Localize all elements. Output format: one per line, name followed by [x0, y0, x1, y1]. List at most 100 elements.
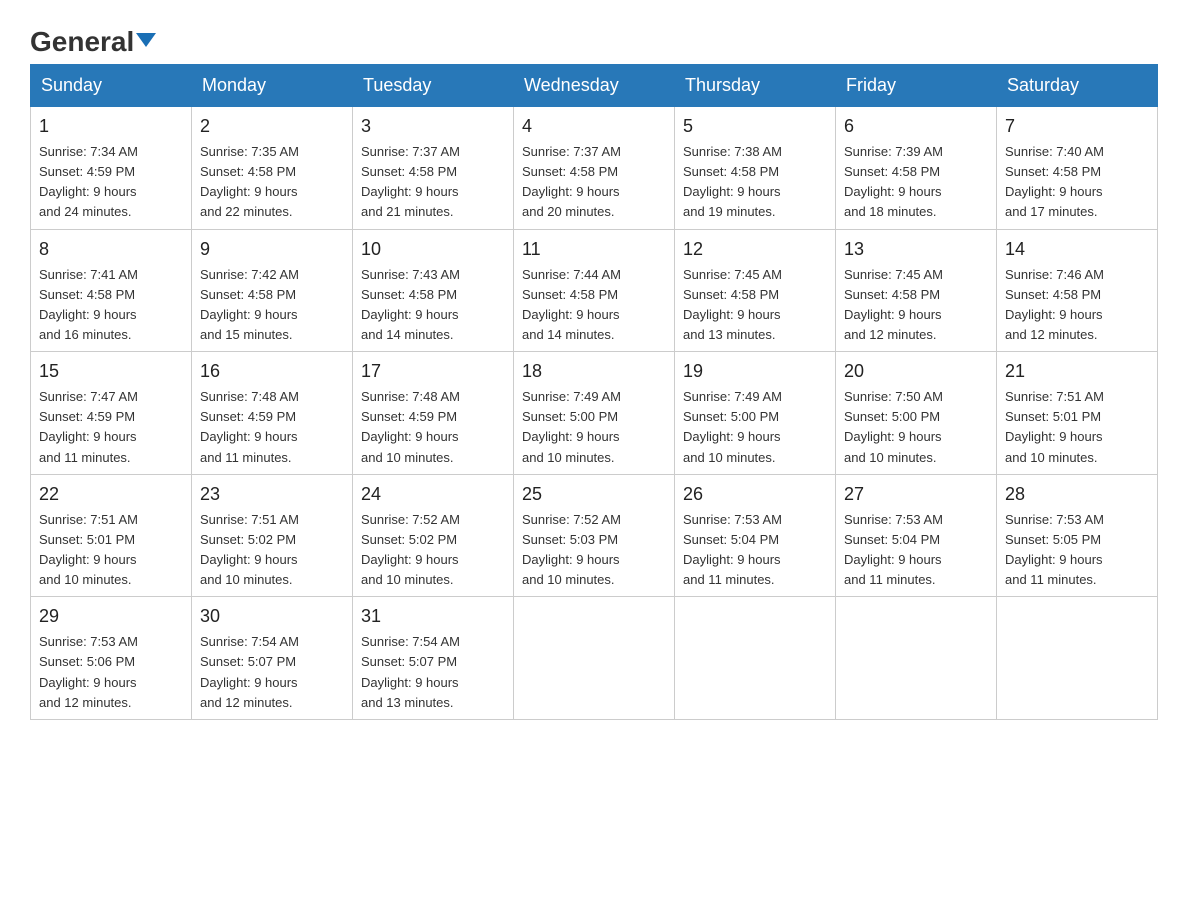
- day-number: 29: [39, 603, 183, 630]
- calendar-cell: [675, 597, 836, 720]
- day-info: Sunrise: 7:40 AM Sunset: 4:58 PM Dayligh…: [1005, 142, 1149, 223]
- day-number: 26: [683, 481, 827, 508]
- calendar-cell: 20Sunrise: 7:50 AM Sunset: 5:00 PM Dayli…: [836, 352, 997, 475]
- day-info: Sunrise: 7:49 AM Sunset: 5:00 PM Dayligh…: [522, 387, 666, 468]
- day-number: 9: [200, 236, 344, 263]
- day-info: Sunrise: 7:54 AM Sunset: 5:07 PM Dayligh…: [200, 632, 344, 713]
- calendar-cell: 28Sunrise: 7:53 AM Sunset: 5:05 PM Dayli…: [997, 474, 1158, 597]
- calendar-cell: 19Sunrise: 7:49 AM Sunset: 5:00 PM Dayli…: [675, 352, 836, 475]
- calendar-week-row: 22Sunrise: 7:51 AM Sunset: 5:01 PM Dayli…: [31, 474, 1158, 597]
- day-info: Sunrise: 7:38 AM Sunset: 4:58 PM Dayligh…: [683, 142, 827, 223]
- calendar-week-row: 29Sunrise: 7:53 AM Sunset: 5:06 PM Dayli…: [31, 597, 1158, 720]
- calendar-cell: 7Sunrise: 7:40 AM Sunset: 4:58 PM Daylig…: [997, 107, 1158, 230]
- day-info: Sunrise: 7:53 AM Sunset: 5:05 PM Dayligh…: [1005, 510, 1149, 591]
- calendar-cell: 3Sunrise: 7:37 AM Sunset: 4:58 PM Daylig…: [353, 107, 514, 230]
- day-info: Sunrise: 7:49 AM Sunset: 5:00 PM Dayligh…: [683, 387, 827, 468]
- calendar-cell: 13Sunrise: 7:45 AM Sunset: 4:58 PM Dayli…: [836, 229, 997, 352]
- weekday-header-sunday: Sunday: [31, 65, 192, 107]
- calendar-cell: 27Sunrise: 7:53 AM Sunset: 5:04 PM Dayli…: [836, 474, 997, 597]
- day-info: Sunrise: 7:39 AM Sunset: 4:58 PM Dayligh…: [844, 142, 988, 223]
- calendar-table: SundayMondayTuesdayWednesdayThursdayFrid…: [30, 64, 1158, 720]
- day-number: 11: [522, 236, 666, 263]
- day-number: 30: [200, 603, 344, 630]
- day-info: Sunrise: 7:51 AM Sunset: 5:01 PM Dayligh…: [39, 510, 183, 591]
- calendar-cell: 11Sunrise: 7:44 AM Sunset: 4:58 PM Dayli…: [514, 229, 675, 352]
- day-info: Sunrise: 7:52 AM Sunset: 5:03 PM Dayligh…: [522, 510, 666, 591]
- day-number: 6: [844, 113, 988, 140]
- day-number: 10: [361, 236, 505, 263]
- day-number: 7: [1005, 113, 1149, 140]
- weekday-header-wednesday: Wednesday: [514, 65, 675, 107]
- day-info: Sunrise: 7:51 AM Sunset: 5:01 PM Dayligh…: [1005, 387, 1149, 468]
- day-info: Sunrise: 7:37 AM Sunset: 4:58 PM Dayligh…: [522, 142, 666, 223]
- calendar-cell: 9Sunrise: 7:42 AM Sunset: 4:58 PM Daylig…: [192, 229, 353, 352]
- calendar-cell: [997, 597, 1158, 720]
- day-number: 22: [39, 481, 183, 508]
- calendar-cell: 5Sunrise: 7:38 AM Sunset: 4:58 PM Daylig…: [675, 107, 836, 230]
- calendar-cell: 24Sunrise: 7:52 AM Sunset: 5:02 PM Dayli…: [353, 474, 514, 597]
- calendar-week-row: 1Sunrise: 7:34 AM Sunset: 4:59 PM Daylig…: [31, 107, 1158, 230]
- calendar-cell: 4Sunrise: 7:37 AM Sunset: 4:58 PM Daylig…: [514, 107, 675, 230]
- day-number: 17: [361, 358, 505, 385]
- calendar-cell: [836, 597, 997, 720]
- calendar-cell: 22Sunrise: 7:51 AM Sunset: 5:01 PM Dayli…: [31, 474, 192, 597]
- day-info: Sunrise: 7:35 AM Sunset: 4:58 PM Dayligh…: [200, 142, 344, 223]
- calendar-cell: 18Sunrise: 7:49 AM Sunset: 5:00 PM Dayli…: [514, 352, 675, 475]
- day-info: Sunrise: 7:47 AM Sunset: 4:59 PM Dayligh…: [39, 387, 183, 468]
- day-number: 12: [683, 236, 827, 263]
- weekday-header-row: SundayMondayTuesdayWednesdayThursdayFrid…: [31, 65, 1158, 107]
- day-info: Sunrise: 7:34 AM Sunset: 4:59 PM Dayligh…: [39, 142, 183, 223]
- day-number: 15: [39, 358, 183, 385]
- day-info: Sunrise: 7:44 AM Sunset: 4:58 PM Dayligh…: [522, 265, 666, 346]
- day-number: 16: [200, 358, 344, 385]
- day-number: 5: [683, 113, 827, 140]
- weekday-header-monday: Monday: [192, 65, 353, 107]
- logo-main: General: [30, 28, 156, 56]
- calendar-cell: 2Sunrise: 7:35 AM Sunset: 4:58 PM Daylig…: [192, 107, 353, 230]
- calendar-cell: [514, 597, 675, 720]
- calendar-week-row: 15Sunrise: 7:47 AM Sunset: 4:59 PM Dayli…: [31, 352, 1158, 475]
- logo-triangle-icon: [136, 33, 156, 47]
- calendar-cell: 25Sunrise: 7:52 AM Sunset: 5:03 PM Dayli…: [514, 474, 675, 597]
- day-info: Sunrise: 7:41 AM Sunset: 4:58 PM Dayligh…: [39, 265, 183, 346]
- day-info: Sunrise: 7:37 AM Sunset: 4:58 PM Dayligh…: [361, 142, 505, 223]
- day-number: 27: [844, 481, 988, 508]
- weekday-header-friday: Friday: [836, 65, 997, 107]
- day-number: 13: [844, 236, 988, 263]
- weekday-header-thursday: Thursday: [675, 65, 836, 107]
- calendar-cell: 15Sunrise: 7:47 AM Sunset: 4:59 PM Dayli…: [31, 352, 192, 475]
- day-info: Sunrise: 7:53 AM Sunset: 5:04 PM Dayligh…: [844, 510, 988, 591]
- calendar-cell: 12Sunrise: 7:45 AM Sunset: 4:58 PM Dayli…: [675, 229, 836, 352]
- day-number: 28: [1005, 481, 1149, 508]
- day-info: Sunrise: 7:50 AM Sunset: 5:00 PM Dayligh…: [844, 387, 988, 468]
- day-info: Sunrise: 7:48 AM Sunset: 4:59 PM Dayligh…: [200, 387, 344, 468]
- day-info: Sunrise: 7:46 AM Sunset: 4:58 PM Dayligh…: [1005, 265, 1149, 346]
- day-info: Sunrise: 7:51 AM Sunset: 5:02 PM Dayligh…: [200, 510, 344, 591]
- day-info: Sunrise: 7:52 AM Sunset: 5:02 PM Dayligh…: [361, 510, 505, 591]
- day-number: 1: [39, 113, 183, 140]
- day-number: 14: [1005, 236, 1149, 263]
- weekday-header-tuesday: Tuesday: [353, 65, 514, 107]
- day-info: Sunrise: 7:45 AM Sunset: 4:58 PM Dayligh…: [683, 265, 827, 346]
- day-number: 21: [1005, 358, 1149, 385]
- day-number: 25: [522, 481, 666, 508]
- day-info: Sunrise: 7:45 AM Sunset: 4:58 PM Dayligh…: [844, 265, 988, 346]
- calendar-cell: 10Sunrise: 7:43 AM Sunset: 4:58 PM Dayli…: [353, 229, 514, 352]
- logo: General: [30, 28, 156, 54]
- calendar-cell: 30Sunrise: 7:54 AM Sunset: 5:07 PM Dayli…: [192, 597, 353, 720]
- calendar-cell: 6Sunrise: 7:39 AM Sunset: 4:58 PM Daylig…: [836, 107, 997, 230]
- day-number: 3: [361, 113, 505, 140]
- day-number: 8: [39, 236, 183, 263]
- day-info: Sunrise: 7:53 AM Sunset: 5:06 PM Dayligh…: [39, 632, 183, 713]
- day-info: Sunrise: 7:48 AM Sunset: 4:59 PM Dayligh…: [361, 387, 505, 468]
- day-number: 2: [200, 113, 344, 140]
- calendar-cell: 31Sunrise: 7:54 AM Sunset: 5:07 PM Dayli…: [353, 597, 514, 720]
- day-info: Sunrise: 7:42 AM Sunset: 4:58 PM Dayligh…: [200, 265, 344, 346]
- day-number: 18: [522, 358, 666, 385]
- weekday-header-saturday: Saturday: [997, 65, 1158, 107]
- calendar-cell: 14Sunrise: 7:46 AM Sunset: 4:58 PM Dayli…: [997, 229, 1158, 352]
- page-header: General: [30, 20, 1158, 54]
- calendar-cell: 29Sunrise: 7:53 AM Sunset: 5:06 PM Dayli…: [31, 597, 192, 720]
- calendar-week-row: 8Sunrise: 7:41 AM Sunset: 4:58 PM Daylig…: [31, 229, 1158, 352]
- day-number: 31: [361, 603, 505, 630]
